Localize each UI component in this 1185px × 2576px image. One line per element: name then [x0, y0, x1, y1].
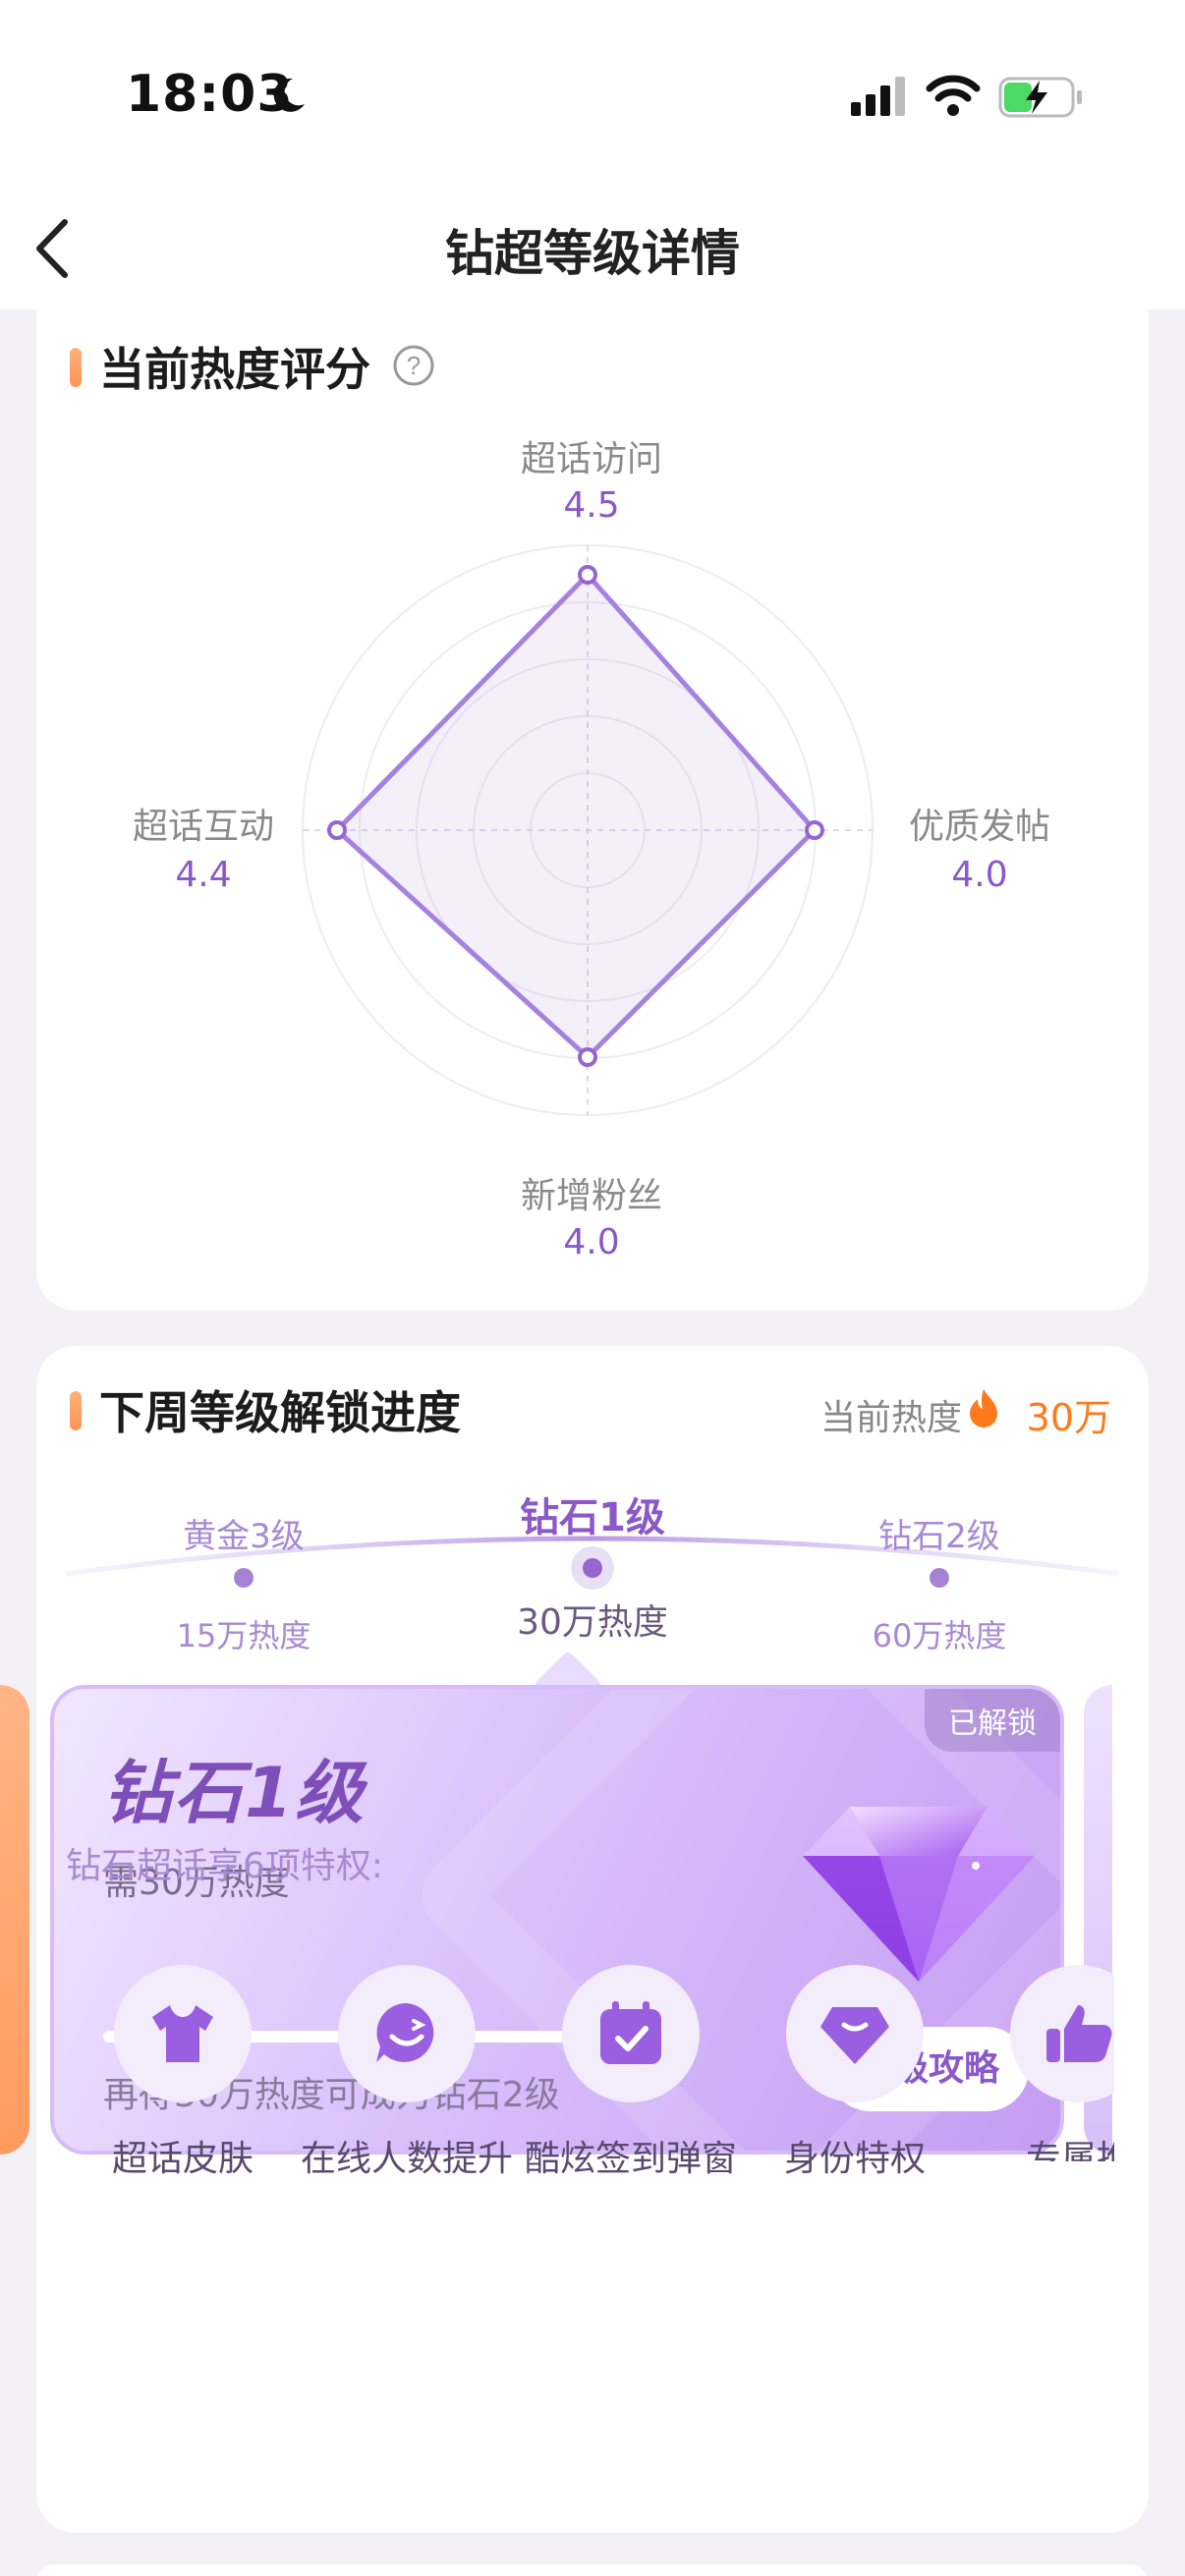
level-dot-current: [571, 1546, 614, 1590]
privilege-identity[interactable]: 身份特权: [743, 1965, 967, 2181]
moon-icon: [273, 78, 305, 112]
tshirt-icon: [152, 2005, 213, 2062]
radar-label-visits: 超话访问: [520, 439, 662, 479]
radar-point: [578, 1047, 597, 1067]
privilege-label: 酷炫签到弹窗: [524, 2139, 737, 2179]
radar-point: [327, 820, 347, 840]
level-dot: [234, 1568, 254, 1588]
privilege-label: 身份特权: [783, 2139, 926, 2179]
current-heat-label: 当前热度: [819, 1398, 962, 1438]
radar-polygon: [334, 572, 818, 1060]
level-heat-current: 30万热度: [517, 1602, 668, 1643]
privilege-icon-bg: [562, 1965, 700, 2102]
radar-point: [578, 565, 597, 585]
current-heat-value: 30万: [1026, 1396, 1111, 1439]
level-diamond-1[interactable]: 钻石1级: [445, 1485, 740, 1542]
privilege-label: 超话皮肤: [111, 2139, 254, 2179]
nav-bar: 钻超等级详情: [0, 187, 1185, 309]
privilege-icon-bg: [114, 1965, 252, 2102]
radar-value-new-fans: 4.0: [563, 1222, 620, 1262]
level-heat: 60万热度: [872, 1617, 1007, 1654]
radar-value-interaction: 4.4: [175, 855, 232, 895]
wifi-icon: [926, 75, 981, 116]
help-icon[interactable]: ?: [392, 344, 435, 387]
section-accent-bar: [70, 1391, 82, 1430]
heat-score-title: 当前热度评分: [99, 343, 370, 396]
level-progress-title: 下周等级解锁进度: [99, 1386, 461, 1439]
privilege-icon-bg: [338, 1965, 476, 2102]
level-heat: 15万热度: [176, 1617, 311, 1654]
privilege-skin[interactable]: 超话皮肤: [71, 1965, 295, 2181]
radar-value-visits: 4.5: [563, 485, 620, 526]
level-dot: [930, 1568, 949, 1588]
radar-label-quality-posts: 优质发帖: [908, 807, 1050, 847]
level-diamond-2[interactable]: 钻石2级: [792, 1509, 1087, 1557]
privilege-exclusive-push[interactable]: 专属推: [967, 1965, 1114, 2161]
page-title: 钻超等级详情: [445, 225, 740, 282]
unlocked-badge: 已解锁: [925, 1689, 1060, 1752]
status-bar: 18:03: [0, 0, 1185, 187]
privilege-label: 专属推: [1025, 2139, 1114, 2161]
level-card-title: 钻石1级: [103, 1753, 366, 1833]
privileges-title: 钻石超话享6项特权:: [66, 1846, 384, 1886]
heat-score-card: 当前热度评分 ? 超话访问 4.5 优质发帖 4.0 新增粉丝 4.0 超话互动…: [36, 305, 1149, 1311]
radar-chart: [302, 544, 874, 1116]
diamond-icon: [803, 1807, 1035, 1982]
radar-value-quality-posts: 4.0: [951, 855, 1008, 895]
privilege-label: 在线人数提升: [300, 2139, 513, 2179]
prev-level-card[interactable]: [0, 1685, 29, 2155]
calendar-check-icon: [600, 2001, 661, 2064]
thumbs-up-icon: [1046, 2005, 1112, 2062]
privilege-icon-bg: [786, 1965, 924, 2102]
privilege-icon-bg: [1010, 1965, 1114, 2102]
radar-label-new-fans: 新增粉丝: [520, 1176, 662, 1216]
privilege-online-boost[interactable]: 在线人数提升: [295, 1965, 519, 2181]
flame-icon: [970, 1389, 997, 1428]
signal-icon: [851, 77, 905, 116]
next-section-card: [36, 2564, 1149, 2576]
radar-point: [805, 820, 824, 840]
battery-icon: [998, 77, 1082, 118]
gem-badge-icon: [820, 2007, 889, 2064]
svg-text:?: ?: [407, 351, 421, 380]
section-accent-bar: [70, 348, 82, 387]
radar-label-interaction: 超话互动: [132, 807, 274, 847]
level-gold-3[interactable]: 黄金3级: [96, 1509, 391, 1557]
privilege-clip: 专属推: [967, 1965, 1114, 2161]
smile-bubble-icon: [376, 2002, 434, 2062]
privilege-checkin-popup[interactable]: 酷炫签到弹窗: [519, 1965, 743, 2181]
